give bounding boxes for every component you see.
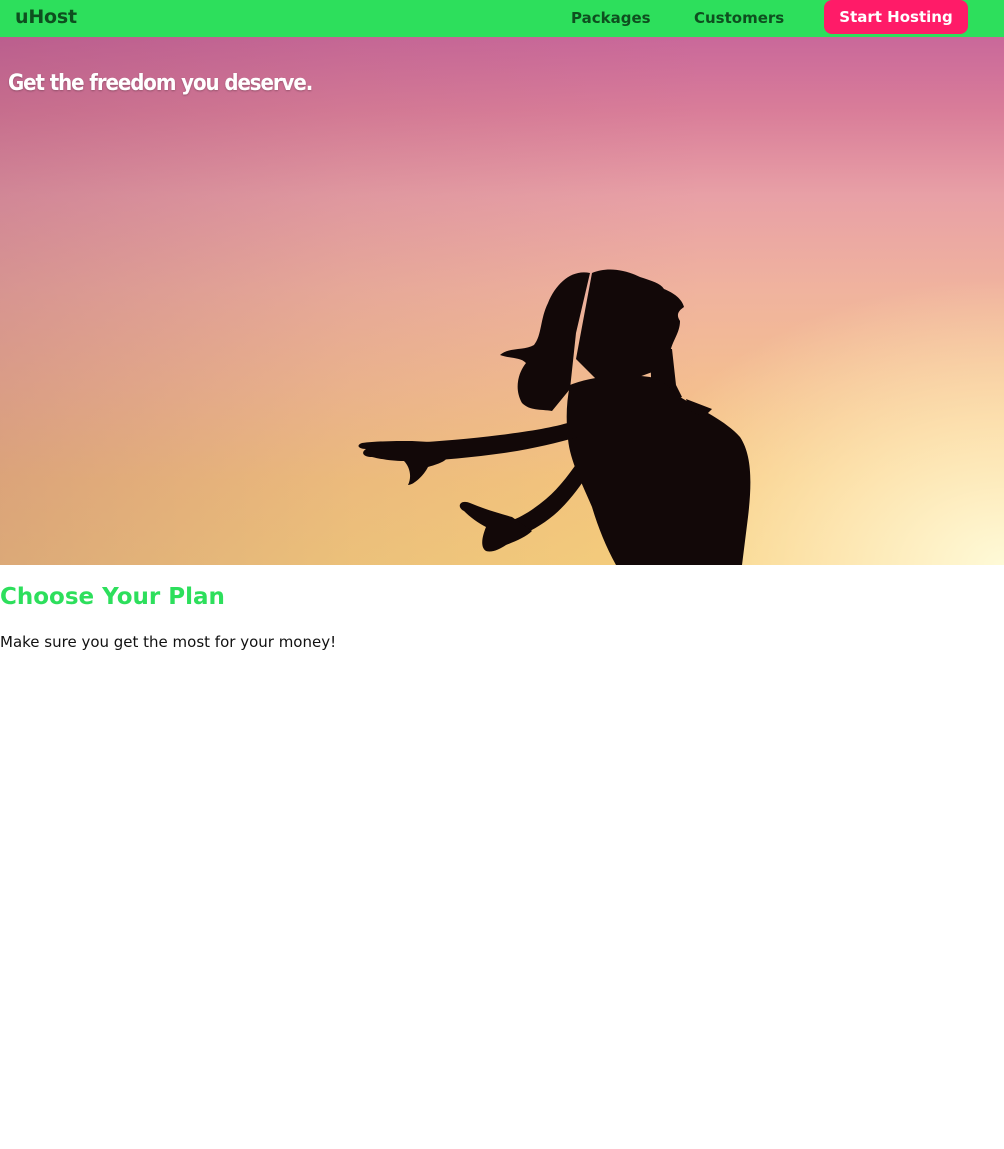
hero-banner: Get the freedom you deserve. <box>0 37 1004 565</box>
plans-subtitle: Make sure you get the most for your mone… <box>0 633 337 651</box>
hero-title: Get the freedom you deserve. <box>8 71 313 96</box>
nav-item-packages[interactable]: Packages <box>571 9 651 27</box>
start-hosting-button[interactable]: Start Hosting <box>824 0 968 34</box>
brand-logo-link[interactable]: uHost <box>15 6 77 28</box>
main-header: uHost Packages Customers Start Hosting <box>0 0 1004 37</box>
plans-title: Choose Your Plan <box>0 584 225 610</box>
nav-item-customers[interactable]: Customers <box>694 9 784 27</box>
hero-silhouette-image <box>358 269 751 565</box>
